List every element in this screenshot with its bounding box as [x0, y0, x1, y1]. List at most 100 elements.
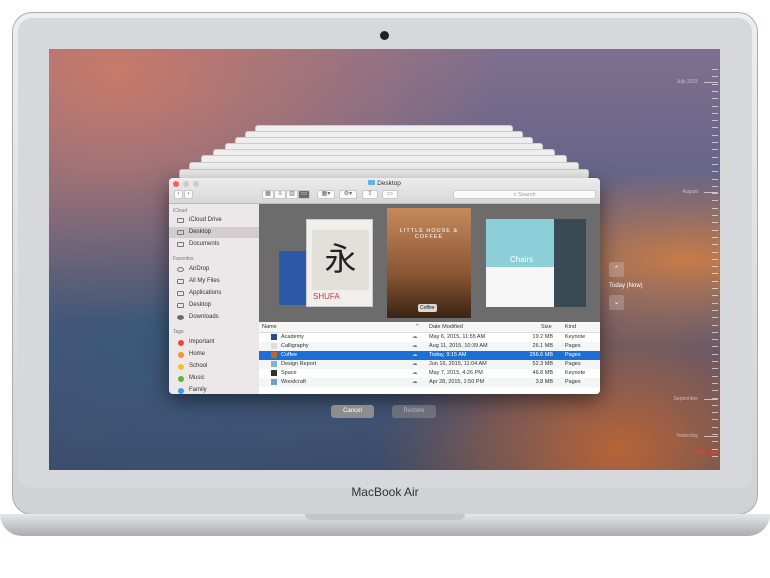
timeline-label-now[interactable]: Now [696, 449, 706, 455]
timeline-tick[interactable] [712, 317, 718, 319]
file-row[interactable]: Coffee ☁ Today, 9:15 AM 256.6 MB Pages [259, 351, 600, 360]
timeline-label-august[interactable]: August [682, 189, 698, 195]
timeline-tick[interactable] [712, 455, 718, 457]
next-backup-button[interactable]: ⌄ [609, 295, 624, 310]
timeline-tick[interactable] [712, 222, 718, 224]
column-date[interactable]: Date Modified [429, 324, 463, 330]
sidebar-tag-school[interactable]: School [169, 361, 259, 372]
sidebar-item-all-my-files[interactable]: All My Files [169, 276, 259, 287]
timeline-tick[interactable] [712, 98, 718, 100]
timeline-tick[interactable] [712, 353, 718, 355]
column-kind[interactable]: Kind [565, 324, 576, 330]
timeline-tick[interactable] [712, 368, 718, 370]
sidebar-tag-family[interactable]: Family [169, 385, 259, 394]
cover-flow-button[interactable]: ▭ [298, 190, 310, 199]
timeline-tick[interactable] [712, 288, 718, 289]
cancel-button[interactable]: Cancel [331, 405, 374, 418]
sort-chevron-icon[interactable]: ⌃ [415, 324, 420, 330]
back-button[interactable]: ‹ [174, 190, 183, 199]
timeline-tick[interactable] [712, 361, 718, 362]
timeline-tick[interactable] [712, 120, 718, 122]
timeline-tick[interactable] [712, 346, 718, 348]
timeline-tick[interactable] [712, 375, 718, 377]
action-gear-button[interactable]: ⚙▾ [339, 190, 357, 199]
timeline-tick[interactable] [712, 229, 718, 231]
timeline-major-tick[interactable] [704, 399, 718, 400]
cover-academy[interactable] [279, 251, 309, 305]
sidebar-item-applications[interactable]: Applications [169, 288, 259, 299]
timeline-tick[interactable] [712, 404, 718, 406]
timeline-tick[interactable] [712, 382, 718, 384]
timeline-tick[interactable] [712, 185, 718, 187]
timeline-major-tick[interactable] [704, 82, 718, 83]
cover-woodcraft[interactable] [554, 219, 586, 307]
timeline-tick[interactable] [712, 193, 718, 195]
list-view-button[interactable]: ≡ [274, 190, 286, 199]
sidebar-tag-music[interactable]: Music [169, 373, 259, 384]
timeline-tick[interactable] [712, 434, 718, 435]
timeline-tick[interactable] [712, 171, 718, 173]
timeline-major-tick[interactable] [704, 192, 718, 193]
column-view-button[interactable]: ▥ [286, 190, 298, 199]
timeline-tick[interactable] [712, 266, 718, 268]
share-button[interactable]: ⇧ [362, 190, 378, 199]
timeline-tick[interactable] [712, 112, 718, 114]
timeline-tick[interactable] [712, 273, 718, 275]
timeline-tick[interactable] [712, 149, 718, 151]
sidebar-item-desktop[interactable]: Desktop [169, 227, 259, 238]
timeline-tick[interactable] [712, 258, 718, 260]
timeline-tick[interactable] [712, 280, 718, 282]
timeline[interactable] [704, 49, 718, 470]
sidebar-item-airdrop[interactable]: AirDrop [169, 264, 259, 275]
file-row[interactable]: Woodcraft ☁ Apr 28, 2015, 1:50 PM 3.8 MB… [259, 378, 600, 387]
forward-button[interactable]: › [184, 190, 193, 199]
timeline-tick[interactable] [712, 324, 718, 326]
sidebar-item-downloads[interactable]: Downloads [169, 312, 259, 323]
timeline-tick[interactable] [712, 156, 718, 158]
cover-coffee[interactable]: LITTLE HOUSE & COFFEE Coffee [387, 208, 471, 318]
column-size[interactable]: Size [541, 324, 552, 330]
file-row[interactable]: Calligraphy ☁ Aug 11, 2015, 10:39 AM 26.… [259, 342, 600, 351]
sidebar-item-desktop-fav[interactable]: Desktop [169, 300, 259, 311]
timeline-now-tick[interactable] [710, 452, 718, 453]
timeline-major-tick[interactable] [704, 436, 718, 437]
timeline-tick[interactable] [712, 69, 718, 70]
timeline-tick[interactable] [712, 331, 718, 333]
timeline-tick[interactable] [712, 105, 718, 107]
timeline-tick[interactable] [712, 339, 718, 341]
sidebar-item-documents[interactable]: Documents [169, 239, 259, 250]
timeline-tick[interactable] [712, 448, 718, 450]
timeline-tick[interactable] [712, 295, 718, 297]
timeline-tick[interactable] [712, 90, 718, 92]
timeline-tick[interactable] [712, 127, 718, 129]
timeline-tick[interactable] [712, 134, 718, 136]
file-row[interactable]: Design Report ☁ Jun 16, 2015, 11:04 AM 5… [259, 360, 600, 369]
file-row[interactable]: Space ☁ May 7, 2015, 4:26 PM 46.8 MB Key… [259, 369, 600, 378]
tags-button[interactable]: ▭ [382, 190, 398, 199]
sidebar-tag-home[interactable]: Home [169, 349, 259, 360]
timeline-tick[interactable] [712, 302, 718, 304]
timeline-tick[interactable] [712, 178, 718, 180]
timeline-tick[interactable] [712, 426, 718, 428]
search-input[interactable]: ⌕ Search [453, 190, 596, 199]
timeline-tick[interactable] [712, 207, 718, 209]
timeline-tick[interactable] [712, 236, 718, 238]
timeline-tick[interactable] [712, 142, 718, 143]
timeline-tick[interactable] [712, 412, 718, 414]
timeline-label-yesterday[interactable]: Yesterday [676, 433, 698, 439]
restore-button[interactable]: Restore [392, 405, 436, 418]
cover-calligraphy[interactable]: 永 SHUFA [306, 219, 373, 307]
icon-view-button[interactable]: ▦ [262, 190, 274, 199]
timeline-label-september[interactable]: September [674, 396, 698, 402]
file-row[interactable]: Academy ☁ May 6, 2015, 11:55 AM 19.2 MB … [259, 333, 600, 342]
timeline-tick[interactable] [712, 83, 718, 85]
sidebar-tag-important[interactable]: Important [169, 337, 259, 348]
timeline-tick[interactable] [712, 309, 718, 311]
previous-backup-button[interactable]: ⌃ [609, 262, 624, 277]
timeline-label-july[interactable]: July 2015 [677, 79, 698, 85]
timeline-tick[interactable] [712, 244, 718, 246]
timeline-tick[interactable] [712, 200, 718, 202]
timeline-tick[interactable] [712, 163, 718, 165]
timeline-tick[interactable] [712, 215, 718, 216]
timeline-tick[interactable] [712, 441, 718, 443]
